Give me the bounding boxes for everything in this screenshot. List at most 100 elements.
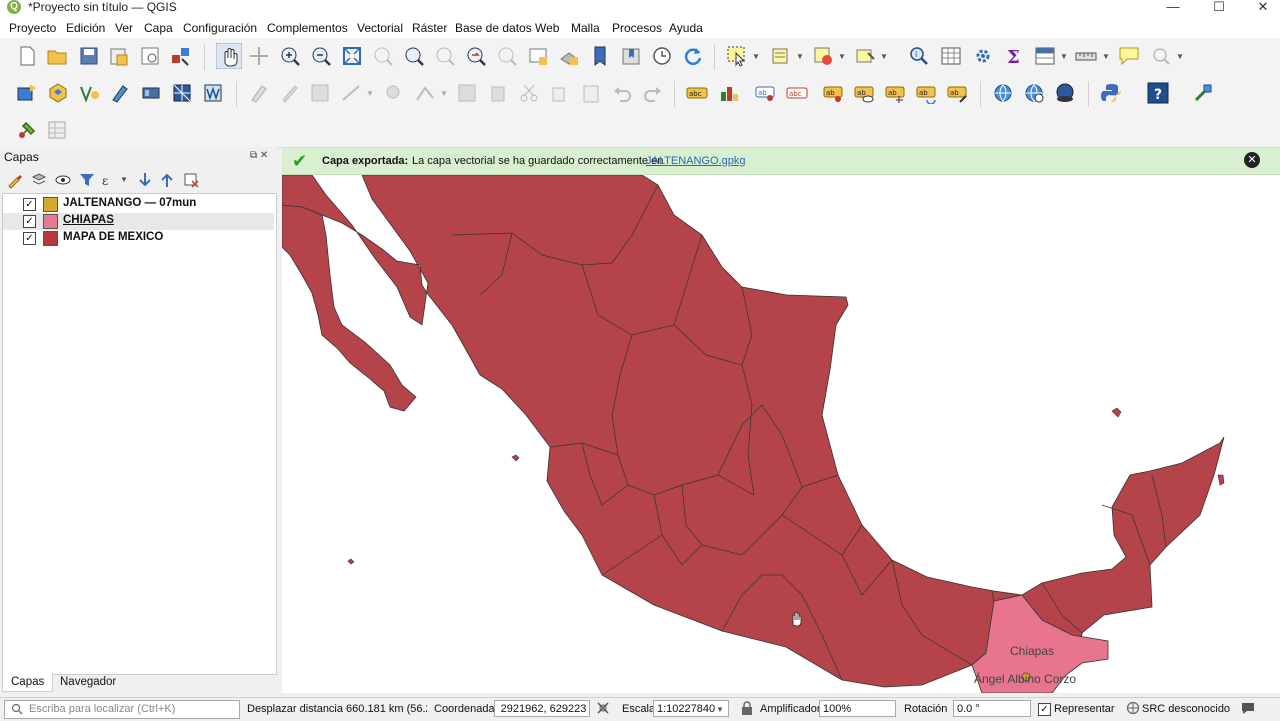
crs-icon[interactable] xyxy=(1126,701,1140,715)
add-raster-layer-icon[interactable] xyxy=(140,82,162,104)
zoom-native-icon[interactable] xyxy=(434,45,456,67)
layer-item-mapa-de-mexico[interactable]: ✓ MAPA DE MEXICO xyxy=(3,230,274,247)
save-layer-edits-icon[interactable] xyxy=(309,82,331,104)
add-wms-layer-icon[interactable] xyxy=(202,82,224,104)
menu-proyecto[interactable]: Proyecto xyxy=(9,21,56,35)
table-dropdown-icon[interactable]: ▼ xyxy=(1060,52,1068,61)
data-source-manager-icon[interactable] xyxy=(16,82,38,104)
menu-malla[interactable]: Malla xyxy=(571,21,600,35)
browser-globe-icon[interactable] xyxy=(1054,82,1076,104)
measure-dropdown-icon[interactable]: ▼ xyxy=(1102,52,1110,61)
layer-visibility-checkbox[interactable]: ✓ xyxy=(23,198,36,211)
menu-web[interactable]: Web xyxy=(535,21,559,35)
toggle-label-display-icon[interactable]: abc xyxy=(786,82,808,104)
add-group-icon[interactable] xyxy=(30,171,48,189)
layer-item-chiapas[interactable]: ✓ CHIAPAS xyxy=(3,213,274,230)
identify-features-icon[interactable]: i xyxy=(908,45,930,67)
maximize-button[interactable]: ☐ xyxy=(1196,0,1242,17)
open-project-icon[interactable] xyxy=(46,45,68,67)
metasearch-icon[interactable] xyxy=(992,82,1014,104)
processing-toolbox-icon[interactable] xyxy=(972,45,994,67)
refresh-icon[interactable] xyxy=(682,45,704,67)
magnifier-field[interactable]: 100% xyxy=(819,700,896,717)
change-label-icon[interactable]: ab xyxy=(947,82,969,104)
style-manager-icon[interactable] xyxy=(170,45,192,67)
new-project-icon[interactable] xyxy=(16,45,38,67)
select-value-dropdown-icon[interactable]: ▼ xyxy=(796,52,804,61)
close-window-button[interactable]: ✕ xyxy=(1240,0,1280,17)
deselect-dropdown-icon[interactable]: ▼ xyxy=(838,52,846,61)
menu-configuracion[interactable]: Configuración xyxy=(183,21,257,35)
zoom-in-icon[interactable] xyxy=(279,45,301,67)
attribute-table-icon[interactable] xyxy=(940,45,962,67)
filter-legend-icon[interactable] xyxy=(78,171,96,189)
select-features-icon[interactable] xyxy=(726,45,748,67)
remove-layer-icon[interactable] xyxy=(182,171,200,189)
menu-ayuda[interactable]: Ayuda xyxy=(669,21,703,35)
open-layer-styling-icon[interactable] xyxy=(6,171,24,189)
zoom-to-selection-icon[interactable] xyxy=(372,45,394,67)
menu-edicion[interactable]: Edición xyxy=(66,21,105,35)
messages-icon[interactable] xyxy=(1240,701,1256,716)
layer-item-jaltenango[interactable]: ✓ JALTENANGO — 07mun xyxy=(3,196,274,213)
select-by-value-icon[interactable] xyxy=(770,45,792,67)
new-bookmark-icon[interactable] xyxy=(589,45,611,67)
save-as-icon[interactable] xyxy=(108,45,130,67)
filter-expression-icon[interactable]: ε xyxy=(100,171,118,189)
select-dropdown-icon[interactable]: ▼ xyxy=(752,52,760,61)
modify-attributes-icon[interactable] xyxy=(456,82,478,104)
tab-capas[interactable]: Capas xyxy=(2,673,54,692)
digitize-dropdown-icon[interactable]: ▼ xyxy=(366,89,374,98)
collapse-all-icon[interactable] xyxy=(158,171,176,189)
map-canvas[interactable]: Chiapas Ángel Albino Corzo xyxy=(282,175,1280,693)
undo-icon[interactable] xyxy=(611,82,633,104)
show-bookmarks-icon[interactable] xyxy=(620,45,642,67)
show-hide-labels-icon[interactable]: ab xyxy=(854,82,876,104)
layer-labeling-icon[interactable]: abc xyxy=(686,82,708,104)
table-plugin-icon[interactable] xyxy=(46,119,68,141)
new-geopackage-layer-icon[interactable] xyxy=(47,82,69,104)
pan-to-selection-icon[interactable] xyxy=(248,45,270,67)
layer-visibility-checkbox[interactable]: ✓ xyxy=(23,232,36,245)
menu-capa[interactable]: Capa xyxy=(144,21,173,35)
scale-dropdown-icon[interactable]: ▼ xyxy=(716,705,724,714)
geocoding-icon[interactable] xyxy=(1023,82,1045,104)
select-location-dropdown-icon[interactable]: ▼ xyxy=(880,52,888,61)
locator-dropdown-icon[interactable]: ▼ xyxy=(1176,52,1184,61)
menu-vectorial[interactable]: Vectorial xyxy=(357,21,403,35)
menu-complementos[interactable]: Complementos xyxy=(267,21,348,35)
temporal-controller-icon[interactable] xyxy=(651,45,673,67)
move-label-icon[interactable]: ab xyxy=(885,82,907,104)
rotate-label-icon[interactable]: ab xyxy=(916,82,938,104)
coordinate-field[interactable]: 2921962, 629223 xyxy=(494,700,590,717)
help-icon[interactable]: ? xyxy=(1146,81,1170,105)
layer-visibility-checkbox[interactable]: ✓ xyxy=(23,215,36,228)
paste-features-icon[interactable] xyxy=(580,82,602,104)
print-layout-icon[interactable] xyxy=(139,45,161,67)
highlight-pinned-labels-icon[interactable]: ab xyxy=(755,82,777,104)
toggle-editing-icon[interactable] xyxy=(278,82,300,104)
layer-diagram-icon[interactable] xyxy=(718,82,740,104)
copy-features-icon[interactable] xyxy=(549,82,571,104)
add-feature-icon[interactable] xyxy=(383,82,405,104)
menu-procesos[interactable]: Procesos xyxy=(612,21,662,35)
python-console-icon[interactable] xyxy=(1100,82,1122,104)
zoom-last-icon[interactable] xyxy=(465,45,487,67)
crs-label[interactable]: SRC desconocido xyxy=(1142,703,1230,715)
render-checkbox[interactable]: ✓ xyxy=(1038,703,1051,716)
panel-float-close-buttons[interactable]: ⧉ ✕ xyxy=(250,150,268,161)
plugin-satellite-icon[interactable] xyxy=(1192,82,1214,104)
add-delimited-text-icon[interactable] xyxy=(109,82,131,104)
locator-icon[interactable] xyxy=(1150,45,1172,67)
zoom-next-icon[interactable] xyxy=(496,45,518,67)
rotation-field[interactable]: 0.0 ° xyxy=(953,700,1031,717)
digitize-icon[interactable] xyxy=(340,82,362,104)
geoprocessing-tool-icon[interactable] xyxy=(16,119,38,141)
zoom-full-icon[interactable] xyxy=(341,45,363,67)
deselect-all-icon[interactable] xyxy=(812,45,834,67)
pan-map-icon[interactable] xyxy=(216,43,242,69)
vertex-tool-icon[interactable] xyxy=(414,82,436,104)
statistical-summary-icon[interactable]: Σ xyxy=(1003,45,1025,67)
current-edits-icon[interactable] xyxy=(248,82,270,104)
delete-selected-icon[interactable] xyxy=(487,82,509,104)
